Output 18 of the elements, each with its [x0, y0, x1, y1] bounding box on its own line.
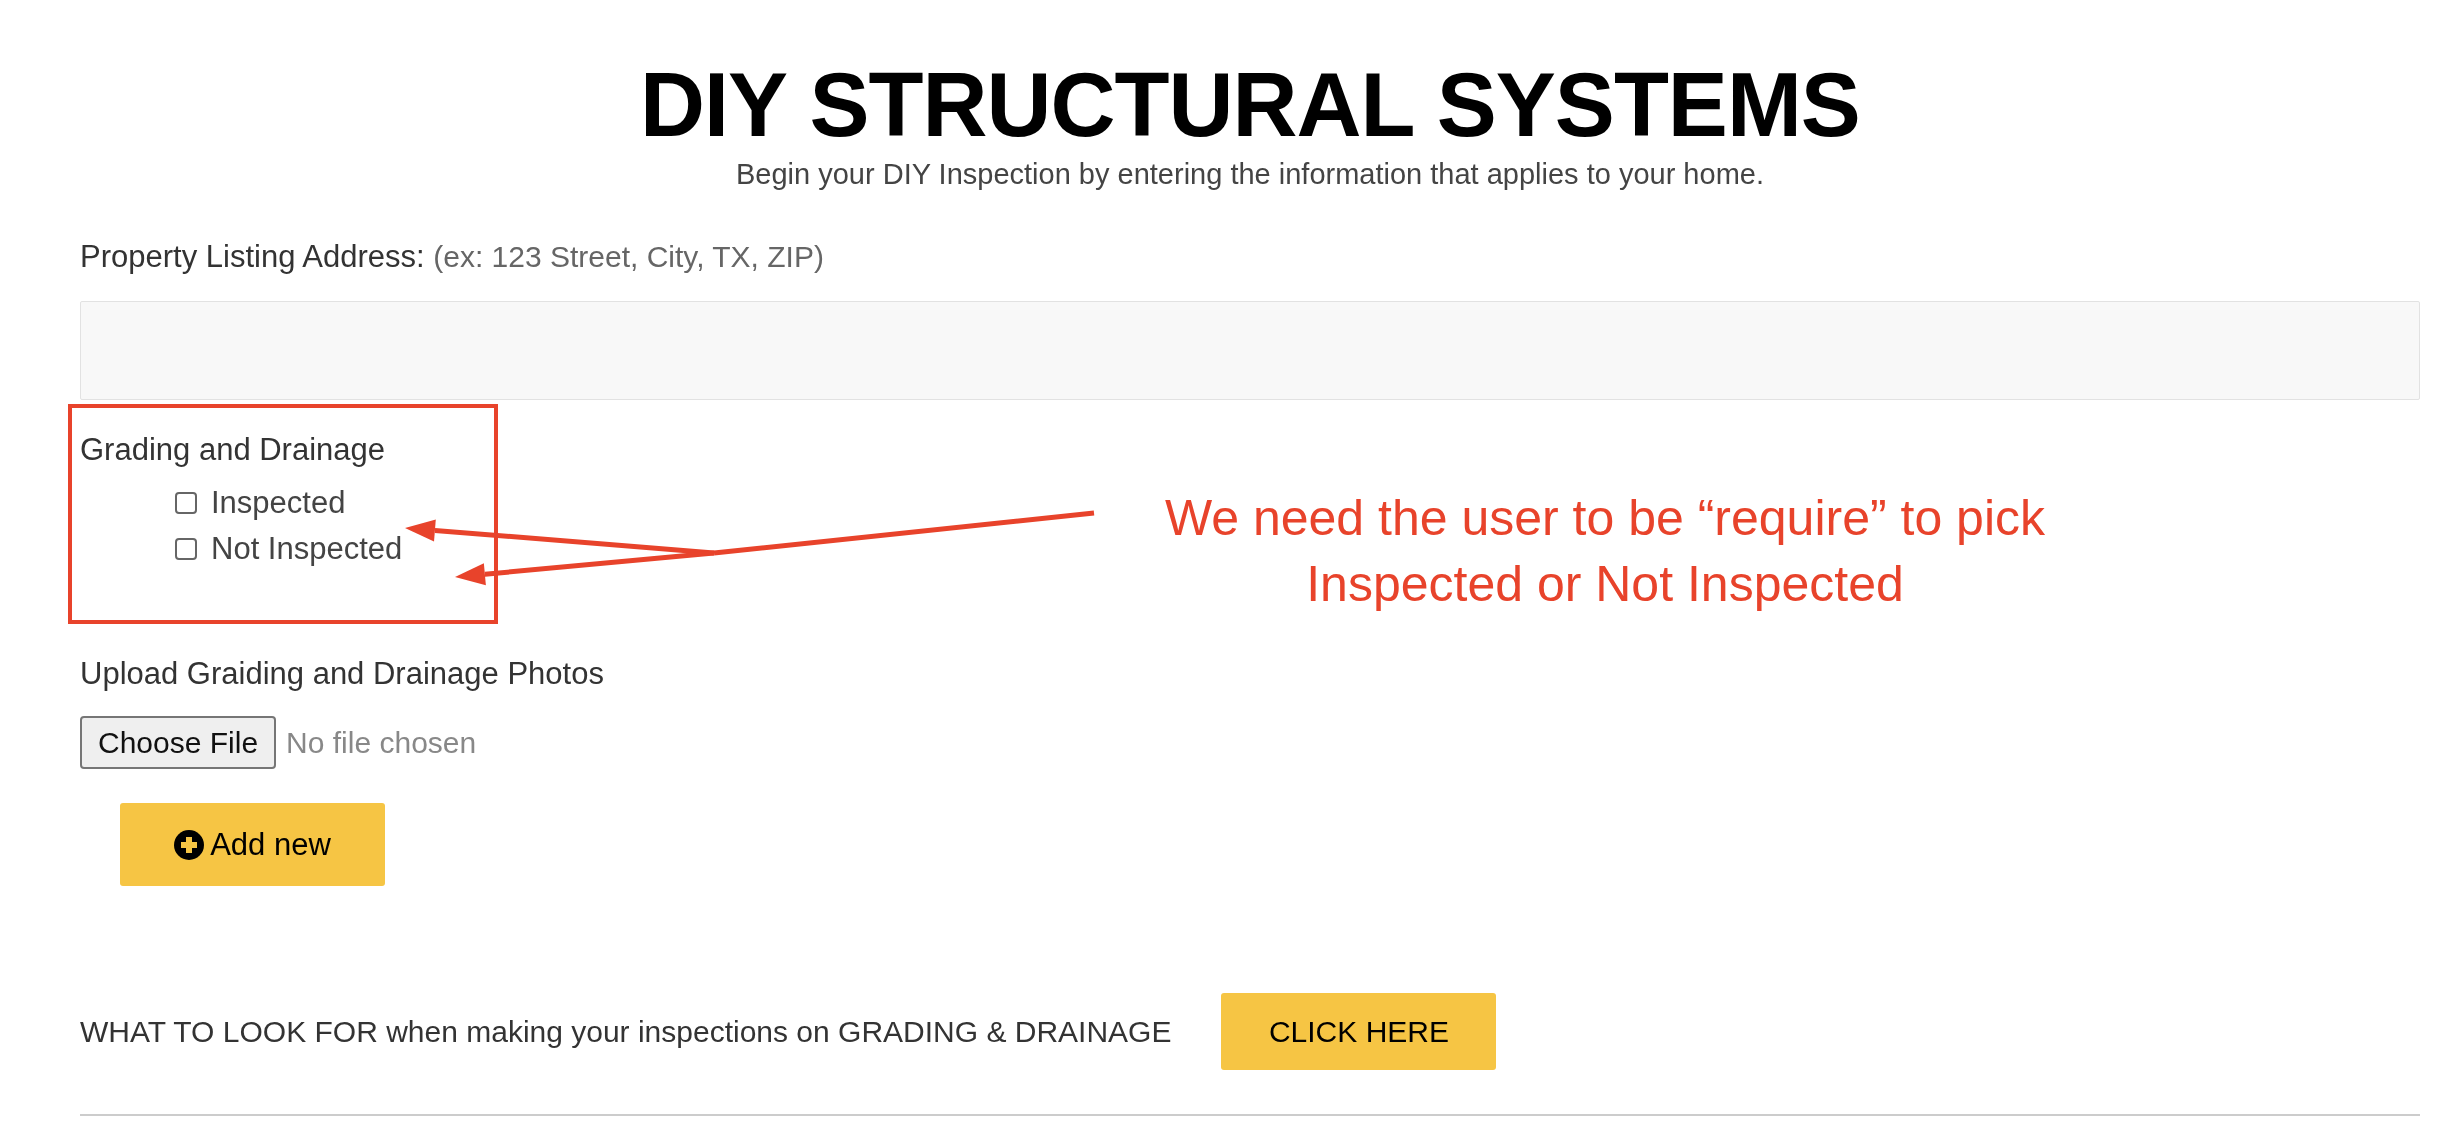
- checkbox-label: Inspected: [211, 485, 346, 521]
- checkbox-label: Not Inspected: [211, 531, 403, 567]
- checkbox[interactable]: [175, 538, 197, 560]
- tips-text: WHAT TO LOOK FOR when making your inspections on GRADING & DRAINAGE: [80, 1014, 1172, 1049]
- plus-circle-icon: [174, 829, 205, 860]
- add-new-button[interactable]: Add new: [120, 803, 385, 886]
- section-heading: Grading and Drainage: [80, 432, 386, 468]
- page-subtitle: Begin your DIY Inspection by entering the information that applies to your home.: [735, 158, 1765, 191]
- address-field[interactable]: [80, 301, 2420, 400]
- click-here-button[interactable]: CLICK HERE: [1221, 993, 1497, 1070]
- checkbox[interactable]: [175, 492, 197, 514]
- choose-file-button[interactable]: Choose File: [80, 716, 277, 769]
- address-hint: (ex: 123 Street, City, TX, ZIP): [433, 240, 824, 273]
- page-title: DIY STRUCTURAL SYSTEMS: [639, 58, 1861, 152]
- address-label: Property Listing Address:: [80, 239, 425, 274]
- file-status: No file chosen: [286, 725, 477, 760]
- annotation-text: We need the user to be “require” to pick Inspected or Not Inspected: [1163, 489, 2047, 614]
- upload-label: Upload Graiding and Drainage Photos: [80, 656, 604, 691]
